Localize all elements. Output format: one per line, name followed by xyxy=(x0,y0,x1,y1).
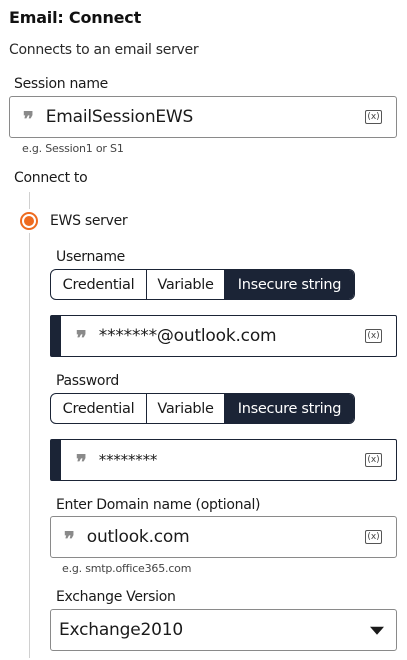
page-title: Email: Connect xyxy=(9,8,142,27)
ews-server-label[interactable]: EWS server xyxy=(50,213,128,229)
string-quote-icon: ❞ xyxy=(76,450,87,474)
ews-server-radio[interactable] xyxy=(20,212,38,230)
insert-variable-icon[interactable]: (x) xyxy=(365,110,382,124)
insert-variable-icon[interactable]: (x) xyxy=(365,329,382,343)
string-quote-icon: ❞ xyxy=(64,527,75,551)
exchange-version-label: Exchange Version xyxy=(56,589,176,605)
password-credential-tab[interactable]: Credential xyxy=(51,394,147,423)
page-subtitle: Connects to an email server xyxy=(9,42,199,58)
session-name-value: EmailSessionEWS xyxy=(45,107,194,127)
username-field[interactable]: ❞ *******@outlook.com (x) xyxy=(50,315,397,357)
string-quote-icon: ❞ xyxy=(76,326,87,350)
session-name-hint: e.g. Session1 or S1 xyxy=(22,142,124,155)
username-label: Username xyxy=(56,249,125,265)
username-value: *******@outlook.com xyxy=(98,326,277,346)
ews-group-line xyxy=(29,233,30,658)
username-insecure-string-tab[interactable]: Insecure string xyxy=(225,270,354,299)
insert-variable-icon[interactable]: (x) xyxy=(365,530,382,544)
domain-label: Enter Domain name (optional) xyxy=(56,497,261,513)
exchange-version-value: Exchange2010 xyxy=(59,620,183,640)
domain-field[interactable]: ❞ outlook.com (x) xyxy=(50,516,397,558)
session-name-field[interactable]: ❞ EmailSessionEWS (x) xyxy=(9,96,397,138)
username-credential-tab[interactable]: Credential xyxy=(51,270,147,299)
domain-hint: e.g. smtp.office365.com xyxy=(62,562,192,575)
username-type-selector[interactable]: Credential Variable Insecure string xyxy=(50,269,355,300)
string-quote-icon: ❞ xyxy=(23,107,34,131)
tree-connector xyxy=(29,192,30,209)
exchange-version-select[interactable]: Exchange2010 xyxy=(50,609,397,651)
session-name-label: Session name xyxy=(14,76,108,92)
password-field[interactable]: ❞ ******** (x) xyxy=(50,439,397,481)
password-label: Password xyxy=(56,373,119,389)
password-insecure-string-tab[interactable]: Insecure string xyxy=(225,394,354,423)
username-variable-tab[interactable]: Variable xyxy=(147,270,225,299)
connect-to-label: Connect to xyxy=(14,170,88,186)
domain-value: outlook.com xyxy=(86,527,190,547)
password-value: ******** xyxy=(98,451,158,469)
password-variable-tab[interactable]: Variable xyxy=(147,394,225,423)
insert-variable-icon[interactable]: (x) xyxy=(365,453,382,467)
password-type-selector[interactable]: Credential Variable Insecure string xyxy=(50,393,355,424)
chevron-down-icon xyxy=(370,626,384,635)
